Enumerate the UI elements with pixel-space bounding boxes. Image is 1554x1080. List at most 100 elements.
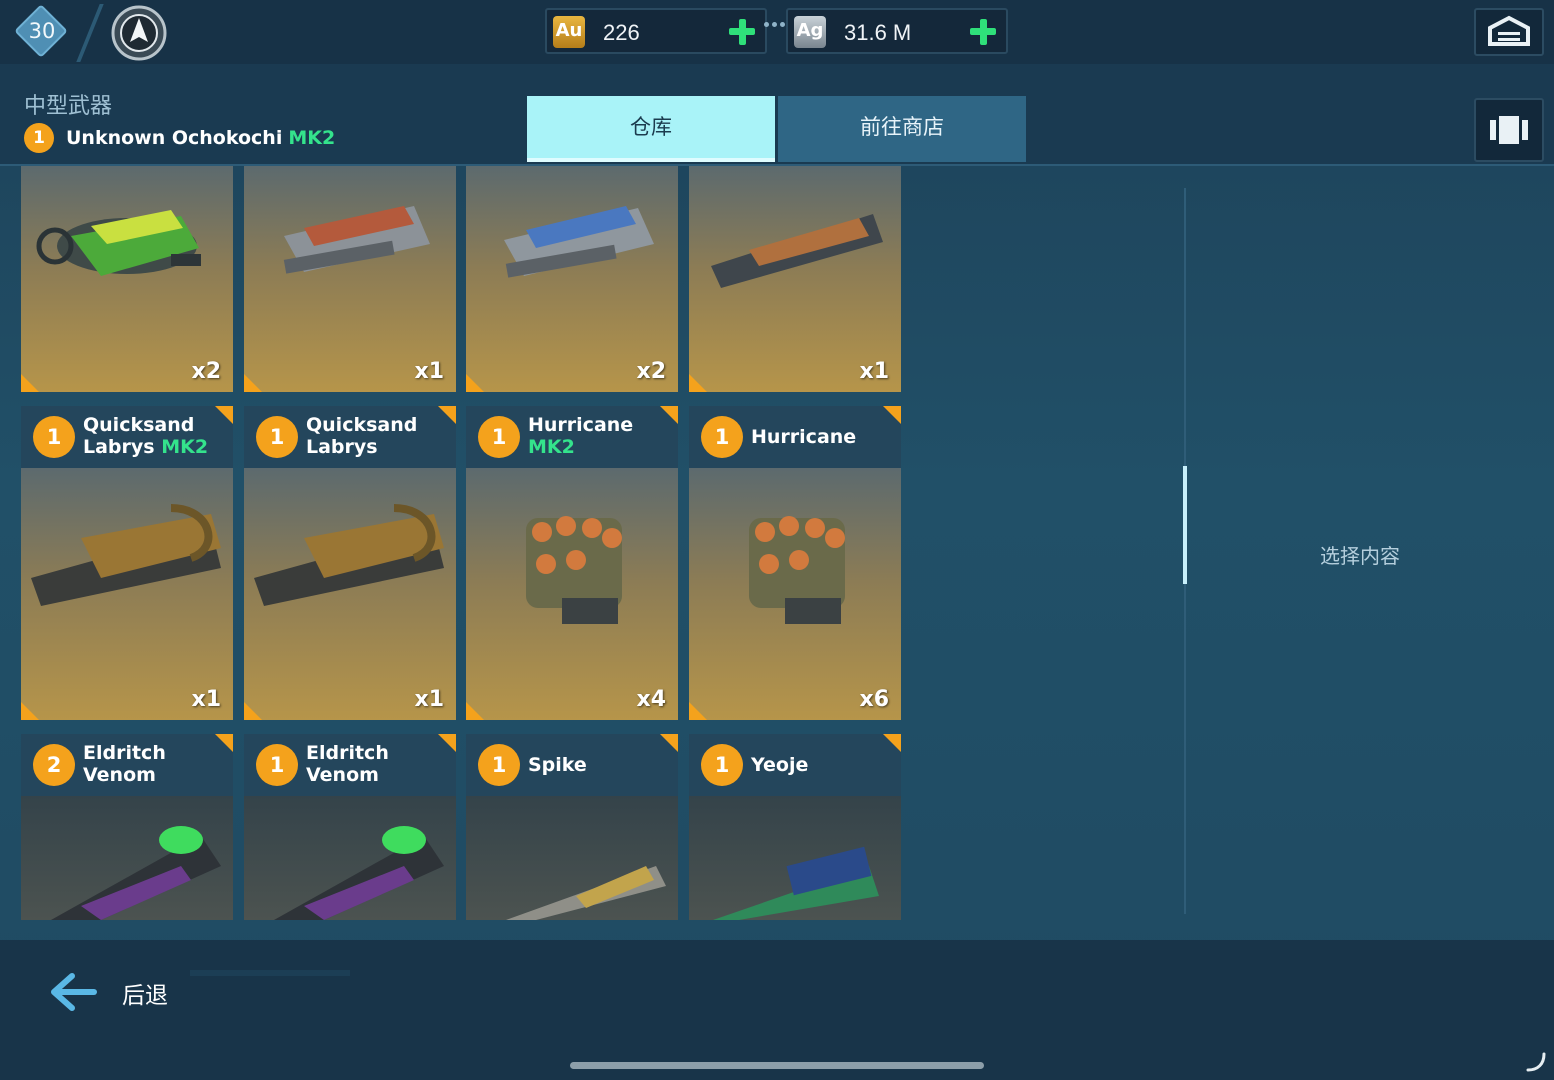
weapon-name: Hurricane MK2 [528,414,668,458]
rarity-corner [438,734,456,752]
weapon-card[interactable]: x1 [244,468,456,720]
weapon-card[interactable] [466,796,678,920]
weapon-card[interactable]: x2 [21,166,233,392]
rarity-corner [438,406,456,424]
rarity-corner [660,734,678,752]
rarity-corner [21,374,39,392]
weapon-level: 1 [33,416,75,458]
weapon-card[interactable]: x4 [466,468,678,720]
weapon-name-line1: Quicksand [306,414,418,436]
weapon-label[interactable]: 1 Hurricane [689,406,901,468]
weapon-name-line2: Venom [306,764,379,786]
weapon-label[interactable]: 2 Eldritch Venom [21,734,233,796]
weapon-card[interactable] [689,796,901,920]
selected-weapon-name: Unknown Ochokochi [66,127,283,149]
rarity-corner [21,702,39,720]
weapon-image [254,504,444,606]
item-count: x1 [859,359,890,384]
rarity-corner [883,734,901,752]
weapon-name: Spike [528,754,587,776]
weapon-image [506,866,666,920]
weapon-card[interactable]: x1 [689,166,901,392]
rarity-corner [215,406,233,424]
weapon-image [31,504,221,606]
rarity-corner [244,702,262,720]
hangar-button[interactable] [1474,8,1544,56]
weapon-level: 1 [256,416,298,458]
weapon-name-line1: Hurricane [528,414,634,436]
add-gold-button[interactable] [727,17,757,47]
weapon-card[interactable]: x6 [689,468,901,720]
tab-warehouse[interactable]: 仓库 [527,96,775,162]
rarity-corner [689,374,707,392]
weapon-level: 1 [256,744,298,786]
weapon-label[interactable]: 1 Spike [466,734,678,796]
selected-weapon-level: 1 [24,123,54,153]
compare-view-button[interactable] [1474,98,1544,162]
rarity-corner [215,734,233,752]
weapon-card[interactable]: x1 [244,166,456,392]
weapon-label[interactable]: 1 Eldritch Venom [244,734,456,796]
back-label: 后退 [122,983,168,1009]
bottom-bar: 后退 [0,940,1554,1080]
separator [76,4,104,62]
selected-weapon: 1 Unknown Ochokochi MK2 [24,122,335,154]
selected-weapon-mk: MK2 [288,127,336,149]
rarity-corner [466,374,484,392]
corner-hook-icon [1526,1052,1546,1072]
item-count: x1 [414,687,445,712]
item-count: x2 [191,359,222,384]
back-button[interactable]: 后退 [48,970,188,1014]
weapon-image [274,826,444,920]
rarity-corner [466,702,484,720]
player-level: 30 [28,19,56,43]
rarity-corner [883,406,901,424]
silver-currency: Ag 31.6 M [786,8,1008,54]
weapon-name-line2: Labrys [83,436,155,458]
item-count: x6 [859,687,890,712]
weapon-label[interactable]: 1 Hurricane MK2 [466,406,678,468]
weapon-level: 1 [701,744,743,786]
weapon-name-line2: Labrys [306,436,378,458]
tab-shop[interactable]: 前往商店 [778,96,1026,162]
item-count: x1 [191,687,222,712]
weapon-name-line2: Venom [83,764,156,786]
item-count: x1 [414,359,445,384]
item-count: x4 [636,687,667,712]
weapon-category-title: 中型武器 [24,94,113,119]
weapon-name-line1: Eldritch [83,742,166,764]
weapon-label[interactable]: 1 Yeoje [689,734,901,796]
home-indicator[interactable] [570,1062,984,1069]
weapon-label[interactable]: 1 Quicksand Labrys [244,406,456,468]
weapon-level: 1 [701,416,743,458]
silver-icon: Ag [794,16,826,48]
weapon-card[interactable] [244,796,456,920]
weapon-card[interactable]: x2 [466,166,678,392]
item-count: x2 [636,359,667,384]
top-bar: 30 Au 226 Ag 31.6 M [0,0,1554,64]
weapon-mk: MK2 [161,436,209,458]
weapon-image [749,516,845,624]
weapon-name: Quicksand Labrys MK2 [83,414,223,458]
hangar-icon [1488,15,1530,46]
weapon-image [713,846,879,920]
rarity-corner [244,374,262,392]
player-level-badge[interactable]: 30 [14,4,70,58]
scroll-indicator[interactable] [1183,466,1187,584]
weapon-grid: x2 x1 x2 x1 1 Quicksand Labrys MK2 1 Qui… [0,166,904,920]
silver-amount: 31.6 M [844,20,912,45]
weapon-level: 2 [33,744,75,786]
rarity-corner [660,406,678,424]
weapon-mk: MK2 [528,436,575,458]
weapon-image [51,826,221,920]
rank-emblem-icon[interactable] [110,4,168,62]
weapon-name: Hurricane [751,426,857,448]
weapon-label[interactable]: 1 Quicksand Labrys MK2 [21,406,233,468]
weapon-card[interactable] [21,796,233,920]
select-content-hint: 选择内容 [1320,544,1400,568]
sub-header: 中型武器 1 Unknown Ochokochi MK2 仓库 前往商店 [0,64,1554,166]
weapon-card[interactable]: x1 [21,468,233,720]
add-silver-button[interactable] [968,17,998,47]
gold-amount: 226 [603,20,640,45]
weapon-name: Eldritch Venom [83,742,223,786]
